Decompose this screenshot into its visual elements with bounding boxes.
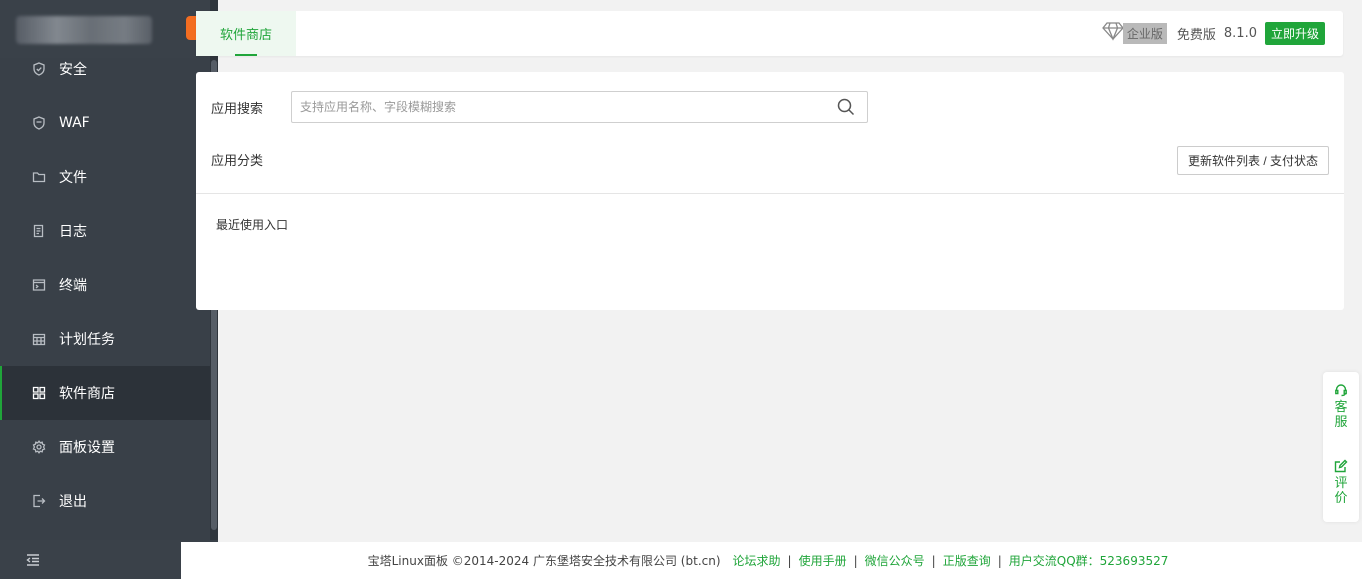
sidebar-item-label: 日志 [59, 224, 87, 240]
footer-separator: | [787, 553, 792, 568]
sidebar-nav: 安全 WAF 文件 日志 终端 计划任务 软件商店 面板设置 退出 [0, 42, 210, 528]
footer-separator: | [997, 553, 1002, 568]
logout-icon [32, 494, 46, 508]
footer-link-manual[interactable]: 使用手册 [799, 552, 847, 569]
footer-link-license-check[interactable]: 正版查询 [943, 552, 991, 569]
gear-icon [32, 440, 46, 454]
upgrade-button[interactable]: 立即升级 [1264, 21, 1325, 45]
sidebar: 安全 WAF 文件 日志 终端 计划任务 软件商店 面板设置 退出 [0, 0, 218, 579]
sidebar-item-logs[interactable]: 日志 [0, 204, 210, 258]
sidebar-item-files[interactable]: 文件 [0, 150, 210, 204]
sidebar-item-label: WAF [59, 115, 90, 131]
headset-icon [1335, 384, 1347, 397]
sidebar-item-label: 面板设置 [59, 440, 115, 456]
footer-qq-group[interactable]: 用户交流QQ群：523693527 [1009, 552, 1169, 569]
sidebar-item-label: 软件商店 [59, 386, 115, 402]
refresh-list-button[interactable]: 更新软件列表 / 支付状态 [1176, 146, 1329, 175]
top-bar: 软件商店 企业版 免费版 8.1.0 立即升级 [196, 11, 1343, 56]
sidebar-item-logout[interactable]: 退出 [0, 474, 210, 528]
customer-service-label: 客服 [1334, 400, 1348, 430]
sidebar-item-label: 安全 [59, 62, 87, 78]
enterprise-badge[interactable]: 企业版 [1122, 22, 1167, 44]
terminal-icon [32, 278, 46, 292]
free-edition-label: 免费版 [1176, 27, 1216, 43]
footer-separator: | [931, 553, 936, 568]
review-button[interactable]: 评价 [1323, 459, 1359, 506]
footer-separator: | [853, 553, 858, 568]
sidebar-item-cron[interactable]: 计划任务 [0, 312, 210, 366]
search-icon[interactable] [837, 98, 855, 116]
log-icon [32, 224, 46, 238]
search-input[interactable] [292, 92, 822, 122]
review-label: 评价 [1334, 476, 1348, 506]
footer-link-forum[interactable]: 论坛求助 [733, 552, 781, 569]
sidebar-item-waf[interactable]: WAF [0, 96, 210, 150]
floating-help-panel: 客服 评价 [1323, 372, 1359, 522]
sidebar-item-settings[interactable]: 面板设置 [0, 420, 210, 474]
sidebar-item-label: 计划任务 [59, 332, 115, 348]
divider [196, 193, 1344, 194]
edition-info: 企业版 免费版 8.1.0 立即升级 [1101, 21, 1325, 45]
sidebar-item-label: 退出 [59, 494, 87, 510]
customer-service-button[interactable]: 客服 [1323, 383, 1359, 430]
sidebar-footer [0, 540, 210, 579]
shield-icon [32, 62, 46, 76]
footer: 宝塔Linux面板 ©2014-2024 广东堡塔安全技术有限公司 (bt.cn… [181, 542, 1362, 579]
search-box [291, 91, 868, 123]
sidebar-item-label: 文件 [59, 170, 87, 186]
sidebar-item-store[interactable]: 软件商店 [0, 366, 210, 420]
collapse-menu-icon[interactable] [25, 552, 41, 568]
category-label: 应用分类 [211, 154, 264, 169]
version-number[interactable]: 8.1.0 [1224, 26, 1257, 41]
brand-logo [16, 16, 152, 44]
recent-entries-label: 最近使用入口 [216, 218, 289, 232]
waf-shield-icon [32, 116, 46, 130]
tab-software-store[interactable]: 软件商店 [196, 11, 296, 56]
sidebar-item-label: 终端 [59, 278, 87, 294]
sidebar-item-terminal[interactable]: 终端 [0, 258, 210, 312]
folder-icon [32, 170, 46, 184]
calendar-icon [32, 332, 46, 346]
sidebar-item-security[interactable]: 安全 [0, 42, 210, 96]
software-store-panel: 应用搜索 应用分类 更新软件列表 / 支付状态 最近使用入口 [196, 72, 1344, 310]
search-label: 应用搜索 [211, 102, 264, 117]
grid-icon [32, 386, 46, 400]
edit-icon [1334, 459, 1348, 473]
footer-link-wechat[interactable]: 微信公众号 [865, 552, 925, 569]
copyright-text: 宝塔Linux面板 ©2014-2024 广东堡塔安全技术有限公司 (bt.cn… [367, 554, 721, 568]
diamond-icon [1101, 21, 1125, 45]
